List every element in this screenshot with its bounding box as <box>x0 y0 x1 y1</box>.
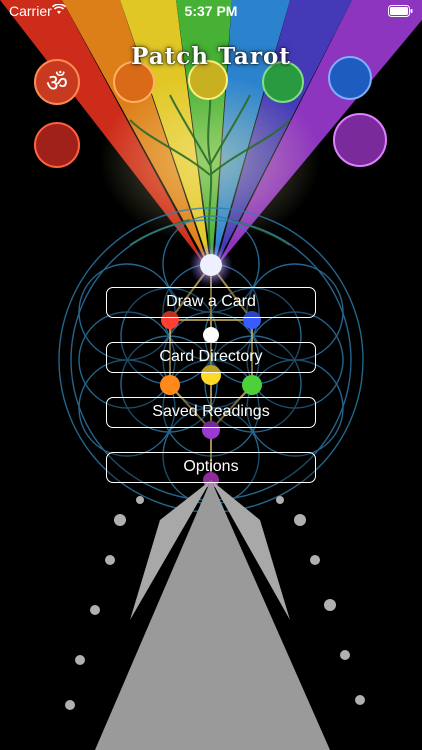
draw-a-card-button[interactable]: Draw a Card <box>106 287 316 318</box>
home-screen: ॐ Carrier 5:37 PM Patch Tarot Draw a Car… <box>0 0 422 750</box>
chakra-symbol-icon <box>34 122 80 168</box>
card-directory-button[interactable]: Card Directory <box>106 342 316 373</box>
app-title: Patch Tarot <box>131 43 291 70</box>
battery-full-icon <box>388 5 413 17</box>
status-bar: Carrier 5:37 PM <box>0 0 422 22</box>
options-button[interactable]: Options <box>106 452 316 483</box>
saved-readings-button[interactable]: Saved Readings <box>106 397 316 428</box>
main-menu: Draw a Card Card Directory Saved Reading… <box>106 287 316 507</box>
chakra-symbol-icon <box>333 113 387 167</box>
status-time: 5:37 PM <box>184 3 238 19</box>
svg-text:ॐ: ॐ <box>46 69 68 97</box>
